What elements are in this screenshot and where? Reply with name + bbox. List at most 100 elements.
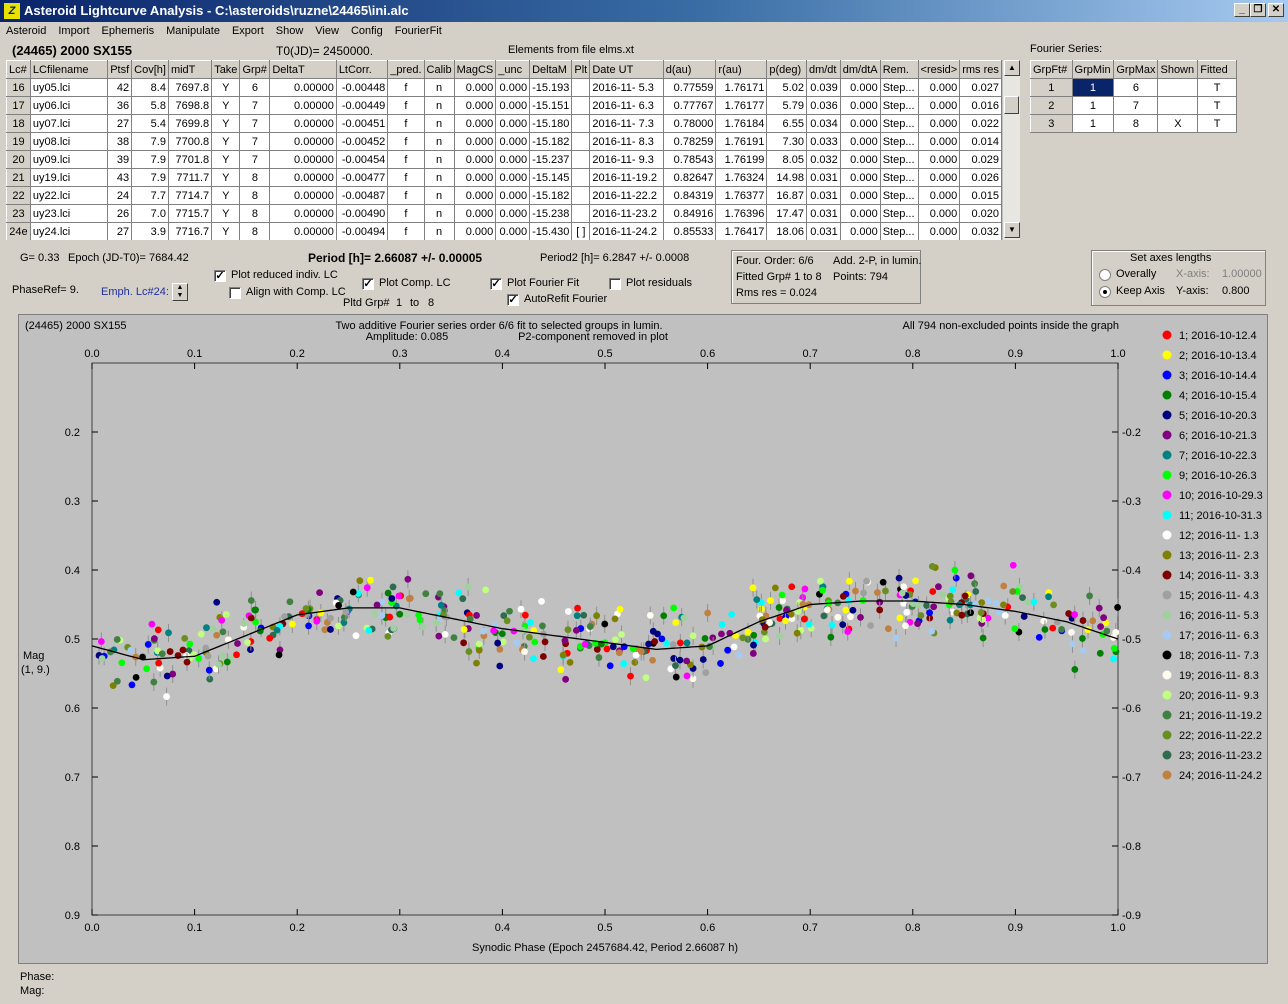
table-cell[interactable]: 0.031: [805, 168, 841, 187]
lc-column-header[interactable]: Ptsf: [107, 60, 133, 79]
table-cell[interactable]: 6: [1113, 78, 1159, 97]
table-cell[interactable]: 1.76324: [715, 168, 768, 187]
table-cell[interactable]: uy23.lci: [29, 204, 109, 223]
table-cell[interactable]: Step...: [879, 222, 919, 240]
table-row[interactable]: 24e uy24.lci 27 3.9 7716.7 Y 8 0.00000 -0.00494 f…: [6, 222, 1002, 240]
table-cell[interactable]: 0.016: [959, 96, 1002, 115]
table-cell[interactable]: 1: [1071, 114, 1115, 133]
menu-view[interactable]: View: [309, 22, 345, 37]
table-cell[interactable]: 0.015: [959, 186, 1002, 205]
table-cell[interactable]: 0.000: [917, 78, 961, 97]
fourier-column-header[interactable]: GrpFt#: [1030, 60, 1073, 79]
table-cell[interactable]: Step...: [879, 204, 919, 223]
table-cell[interactable]: 0.000: [839, 222, 881, 240]
autorefit-checkbox[interactable]: ✓: [507, 294, 519, 306]
table-cell[interactable]: 0.036: [805, 96, 841, 115]
table-cell[interactable]: -0.00477: [335, 168, 389, 187]
table-cell[interactable]: 2016-11- 8.3: [589, 132, 664, 151]
table-cell[interactable]: 0.000: [839, 96, 881, 115]
table-cell[interactable]: 0.000: [839, 204, 881, 223]
close-button[interactable]: ✕: [1268, 3, 1284, 17]
table-cell[interactable]: n: [423, 96, 455, 115]
row-header[interactable]: 18: [6, 114, 31, 133]
table-cell[interactable]: n: [423, 114, 455, 133]
table-cell[interactable]: 0.000: [495, 78, 531, 97]
table-cell[interactable]: -15.430: [529, 222, 573, 240]
row-header[interactable]: 20: [6, 150, 31, 169]
table-cell[interactable]: 8.4: [131, 78, 169, 97]
fourier-column-header[interactable]: GrpMax: [1113, 60, 1159, 79]
lc-column-header[interactable]: Date UT: [589, 60, 664, 79]
table-cell[interactable]: 0.000: [917, 114, 961, 133]
lc-column-header[interactable]: DeltaT: [269, 60, 337, 79]
table-cell[interactable]: 0.000: [495, 150, 531, 169]
table-cell[interactable]: 0.00000: [269, 186, 337, 205]
table-cell[interactable]: 0.032: [805, 150, 841, 169]
table-cell[interactable]: -15.145: [529, 168, 573, 187]
table-cell[interactable]: 1.76177: [715, 96, 768, 115]
lc-column-header[interactable]: r(au): [715, 60, 768, 79]
row-header[interactable]: 23: [6, 204, 31, 223]
table-cell[interactable]: 2016-11- 9.3: [589, 150, 664, 169]
table-cell[interactable]: 0.000: [453, 132, 497, 151]
table-cell[interactable]: 0.000: [917, 186, 961, 205]
table-cell[interactable]: 0.85533: [662, 222, 717, 240]
table-cell[interactable]: 0.000: [839, 114, 881, 133]
table-cell[interactable]: Y: [211, 132, 241, 151]
table-cell[interactable]: 7697.8: [167, 78, 213, 97]
lc-column-header[interactable]: Rem.: [879, 60, 919, 79]
table-cell[interactable]: Step...: [879, 186, 919, 205]
table-cell[interactable]: 16.87: [766, 186, 807, 205]
table-cell[interactable]: 0.033: [805, 132, 841, 151]
table-cell[interactable]: 5.02: [766, 78, 807, 97]
table-cell[interactable]: -15.237: [529, 150, 573, 169]
table-cell[interactable]: -15.182: [529, 132, 573, 151]
table-cell[interactable]: 0.000: [917, 222, 961, 240]
lc-column-header[interactable]: <resid>: [917, 60, 961, 79]
row-header[interactable]: 1: [1030, 78, 1073, 97]
table-cell[interactable]: n: [423, 150, 455, 169]
table-cell[interactable]: 8: [239, 222, 271, 240]
table-cell[interactable]: [571, 114, 591, 133]
table-cell[interactable]: 0.00000: [269, 204, 337, 223]
table-cell[interactable]: 27: [107, 222, 133, 240]
table-cell[interactable]: 0.000: [839, 168, 881, 187]
table-cell[interactable]: 0.00000: [269, 222, 337, 240]
table-cell[interactable]: 38: [107, 132, 133, 151]
table-cell[interactable]: uy07.lci: [29, 114, 109, 133]
table-row[interactable]: 318XT: [1030, 114, 1237, 133]
table-cell[interactable]: 0.77559: [662, 78, 717, 97]
table-cell[interactable]: f: [387, 78, 425, 97]
lc-column-header[interactable]: Plt: [571, 60, 591, 79]
table-cell[interactable]: Step...: [879, 114, 919, 133]
table-cell[interactable]: 1.76191: [715, 132, 768, 151]
table-cell[interactable]: [571, 204, 591, 223]
table-cell[interactable]: 0.000: [453, 150, 497, 169]
table-cell[interactable]: f: [387, 96, 425, 115]
table-row[interactable]: 16 uy05.lci 42 8.4 7697.8 Y 6 0.00000 -0.00448 f n…: [6, 78, 1002, 97]
table-cell[interactable]: 0.00000: [269, 168, 337, 187]
table-cell[interactable]: 2016-11-22.2: [589, 186, 664, 205]
table-row[interactable]: 116T: [1030, 78, 1237, 97]
table-cell[interactable]: 36: [107, 96, 133, 115]
table-cell[interactable]: 1.76184: [715, 114, 768, 133]
table-cell[interactable]: [571, 132, 591, 151]
table-cell[interactable]: [571, 150, 591, 169]
table-cell[interactable]: 0.022: [959, 114, 1002, 133]
table-cell[interactable]: 0.000: [453, 204, 497, 223]
table-cell[interactable]: 7: [239, 96, 271, 115]
table-cell[interactable]: Y: [211, 150, 241, 169]
table-cell[interactable]: 8: [1113, 114, 1159, 133]
table-cell[interactable]: T: [1197, 114, 1237, 133]
table-cell[interactable]: 0.78000: [662, 114, 717, 133]
fourier-column-header[interactable]: Shown: [1157, 60, 1199, 79]
table-cell[interactable]: Y: [211, 78, 241, 97]
table-cell[interactable]: -0.00449: [335, 96, 389, 115]
table-cell[interactable]: 0.78259: [662, 132, 717, 151]
table-cell[interactable]: 7: [1113, 96, 1159, 115]
table-cell[interactable]: [571, 168, 591, 187]
lc-column-header[interactable]: DeltaM: [529, 60, 573, 79]
table-cell[interactable]: 0.000: [839, 186, 881, 205]
table-cell[interactable]: 0.000: [839, 132, 881, 151]
table-cell[interactable]: 7716.7: [167, 222, 213, 240]
